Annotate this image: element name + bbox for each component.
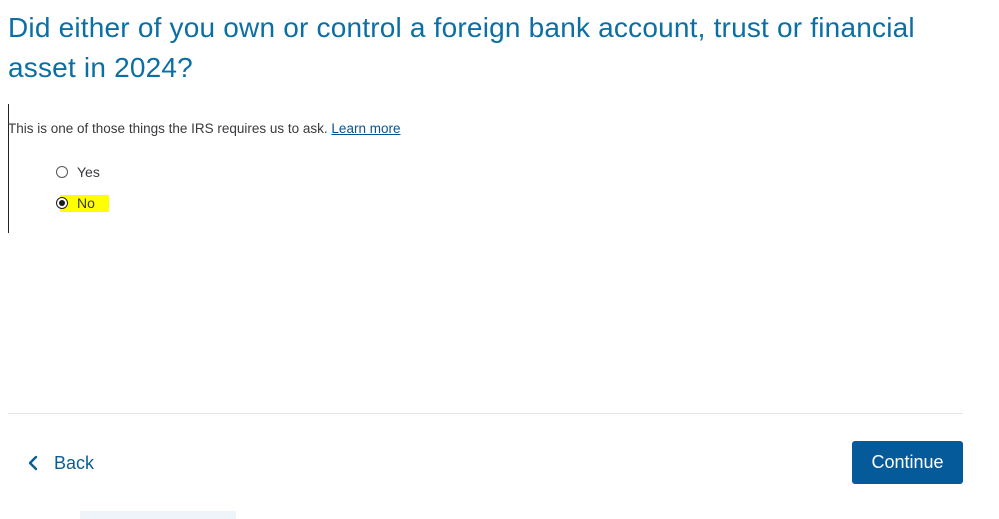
radio-option-no[interactable]: No — [56, 193, 95, 213]
radio-button-yes[interactable] — [56, 166, 68, 178]
back-button[interactable]: Back — [26, 448, 94, 478]
helper-text-label: This is one of those things the IRS requ… — [8, 121, 332, 136]
offscreen-element — [80, 511, 236, 519]
helper-text: This is one of those things the IRS requ… — [8, 121, 400, 136]
radio-label-no: No — [77, 195, 95, 211]
back-button-label: Back — [54, 452, 95, 473]
continue-button[interactable]: Continue — [852, 441, 963, 484]
chevron-left-icon — [28, 455, 38, 471]
radio-label-yes: Yes — [77, 164, 100, 180]
radio-option-yes[interactable]: Yes — [56, 162, 100, 182]
page-title: Did either of you own or control a forei… — [8, 12, 915, 83]
page: Did either of you own or control a forei… — [0, 0, 999, 519]
learn-more-link[interactable]: Learn more — [331, 121, 400, 136]
radio-button-no[interactable] — [56, 197, 68, 209]
footer-divider — [8, 413, 963, 414]
